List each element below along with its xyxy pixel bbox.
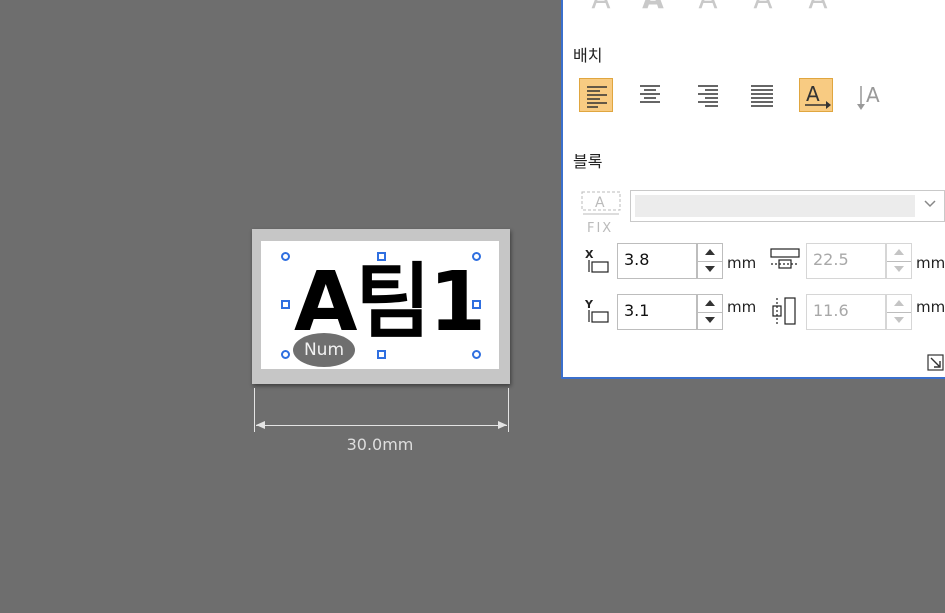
align-justify-button[interactable] <box>745 78 779 112</box>
fix-block-button[interactable]: A FIX <box>579 190 625 236</box>
align-justify-icon <box>751 85 773 107</box>
selection-handle-top-right[interactable] <box>472 252 481 261</box>
width-icon <box>770 248 800 269</box>
x-unit-label: mm <box>727 254 757 272</box>
fix-label: FIX <box>587 221 613 234</box>
y-position-input[interactable]: 3.1 <box>617 294 697 330</box>
height-increase-button[interactable] <box>887 295 911 313</box>
y-position-spinner[interactable] <box>697 294 723 330</box>
width-increase-button[interactable] <box>887 244 911 262</box>
align-right-icon <box>698 85 718 107</box>
y-position-icon: Y <box>584 298 609 323</box>
align-right-button[interactable] <box>691 78 725 112</box>
fix-icon-letter: A <box>595 195 605 211</box>
height-unit-label: mm <box>916 298 945 316</box>
svg-text:A: A <box>866 83 880 107</box>
dimension-line <box>256 425 507 426</box>
align-left-button[interactable] <box>579 78 613 112</box>
x-position-spinner[interactable] <box>697 243 723 279</box>
height-input[interactable]: 11.6 <box>806 294 886 330</box>
label-frame[interactable]: A팀1 Num <box>252 229 510 384</box>
width-input[interactable]: 22.5 <box>806 243 886 279</box>
selection-handle-bottom-middle[interactable] <box>377 350 386 359</box>
block-combo-value <box>635 195 915 217</box>
height-spinner[interactable] <box>886 294 912 330</box>
chevron-down-icon <box>924 200 936 208</box>
style-outline-icon[interactable]: A <box>688 0 728 15</box>
numbering-badge[interactable]: Num <box>293 333 355 367</box>
dimension-arrow-right <box>498 421 507 429</box>
width-decrease-button[interactable] <box>887 261 911 278</box>
x-position-icon: X <box>585 248 609 273</box>
style-normal-icon[interactable]: A <box>581 0 621 15</box>
style-light-icon[interactable]: A <box>798 0 838 15</box>
x-position-input[interactable]: 3.8 <box>617 243 697 279</box>
align-center-icon <box>640 85 660 103</box>
width-spinner[interactable] <box>886 243 912 279</box>
y-unit-label: mm <box>727 298 757 316</box>
style-shadow-icon[interactable]: A <box>743 0 783 15</box>
y-decrease-button[interactable] <box>698 312 722 329</box>
text-vertical-icon: A <box>857 83 880 110</box>
selection-handle-bottom-left[interactable] <box>281 350 290 359</box>
height-icon <box>772 297 796 325</box>
x-increase-button[interactable] <box>698 244 722 262</box>
block-combo-box[interactable] <box>630 190 945 222</box>
selection-handle-top-left[interactable] <box>281 252 290 261</box>
text-properties-panel: A A A A A 배치 <box>561 0 945 379</box>
width-unit-label: mm <box>916 254 945 272</box>
fix-icon: A FIX <box>581 191 621 236</box>
label-surface[interactable]: A팀1 Num <box>261 241 499 369</box>
text-direction-horizontal-button[interactable]: A <box>799 78 833 112</box>
align-center-button[interactable] <box>633 78 667 112</box>
style-bold-icon[interactable]: A <box>633 0 673 15</box>
height-decrease-button[interactable] <box>887 312 911 329</box>
x-decrease-button[interactable] <box>698 261 722 278</box>
x-position-label: X <box>585 248 594 261</box>
selection-handle-bottom-right[interactable] <box>472 350 481 359</box>
svg-text:A: A <box>806 82 820 106</box>
dimension-arrow-left <box>256 421 265 429</box>
selection-handle-top-middle[interactable] <box>377 252 386 261</box>
block-section-title: 블록 <box>573 152 603 171</box>
expand-panel-icon[interactable] <box>927 354 945 372</box>
y-increase-button[interactable] <box>698 295 722 313</box>
dimension-extension-right <box>508 388 509 432</box>
text-direction-vertical-button[interactable]: A <box>853 78 887 112</box>
align-left-icon <box>587 86 607 108</box>
layout-section-title: 배치 <box>573 46 603 65</box>
width-dimension-label: 30.0mm <box>346 435 414 454</box>
selection-handle-middle-right[interactable] <box>472 300 481 309</box>
selection-handle-middle-left[interactable] <box>281 300 290 309</box>
y-position-label: Y <box>584 298 594 311</box>
dimension-extension-left <box>254 388 255 432</box>
text-horizontal-icon: A <box>805 82 831 109</box>
